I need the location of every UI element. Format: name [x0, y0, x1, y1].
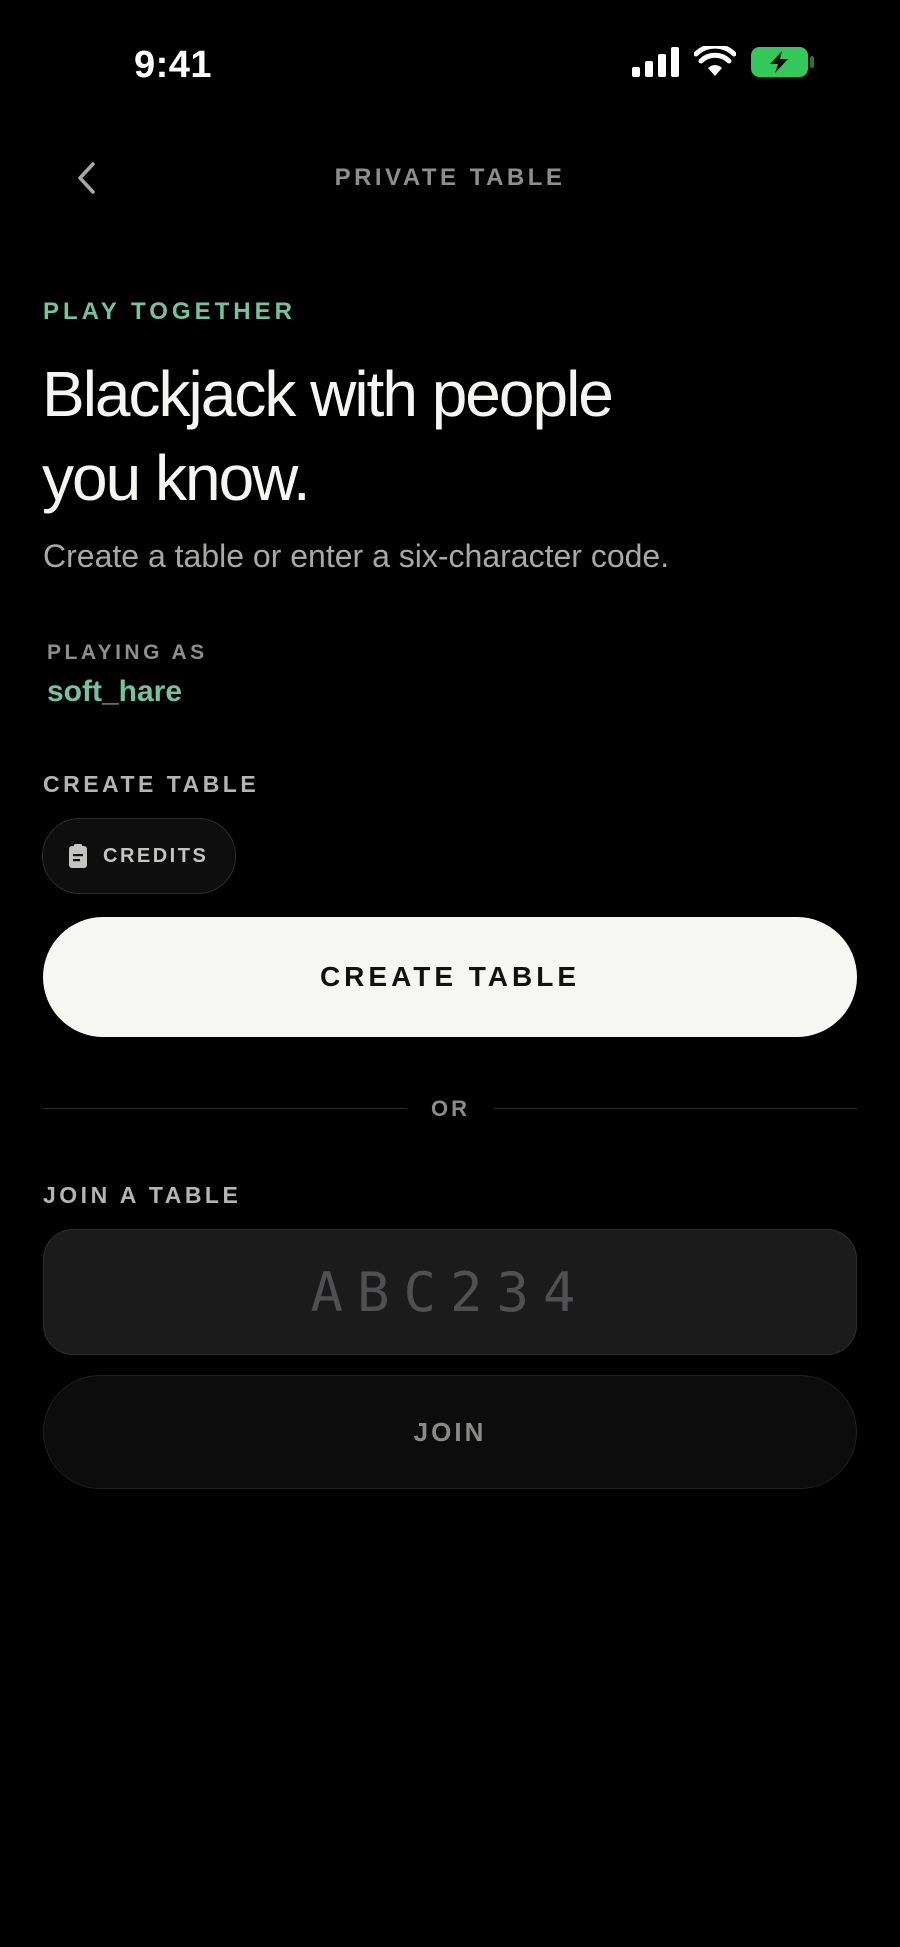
nav-title: PRIVATE TABLE: [334, 164, 566, 191]
join-button[interactable]: JOIN: [43, 1375, 857, 1489]
nav-bar: PRIVATE TABLE: [0, 140, 900, 214]
playing-as-label: PLAYING AS: [47, 641, 208, 664]
signal-icon: [632, 47, 679, 77]
battery-charging-icon: [751, 47, 814, 77]
create-table-button[interactable]: CREATE TABLE: [43, 917, 857, 1037]
divider-or: OR: [431, 1096, 470, 1121]
subhead: Create a table or enter a six-character …: [43, 538, 670, 574]
clipboard-icon: [69, 844, 87, 868]
divider-line-left: [43, 1108, 407, 1109]
join-table-label: JOIN A TABLE: [43, 1182, 242, 1208]
username: soft_hare: [47, 675, 183, 708]
private-table-screen: 9:41 PRIVATE TABLE PLAY TOGETHER Blackja…: [0, 0, 900, 1947]
eyebrow-label: PLAY TOGETHER: [43, 298, 296, 325]
status-time: 9:41: [134, 44, 213, 86]
credits-chip[interactable]: CREDITS: [42, 818, 236, 894]
status-bar: 9:41: [0, 0, 900, 130]
divider-line-right: [494, 1108, 857, 1109]
status-icons: [632, 46, 816, 78]
credits-chip-label: CREDITS: [103, 844, 209, 867]
wifi-icon: [694, 46, 736, 76]
headline-line-1: Blackjack with people: [42, 358, 614, 430]
table-code-input[interactable]: [43, 1229, 857, 1355]
headline: Blackjack with people you know.: [42, 352, 802, 520]
headline-line-2: you know.: [42, 442, 311, 514]
create-table-label: CREATE TABLE: [43, 771, 260, 797]
